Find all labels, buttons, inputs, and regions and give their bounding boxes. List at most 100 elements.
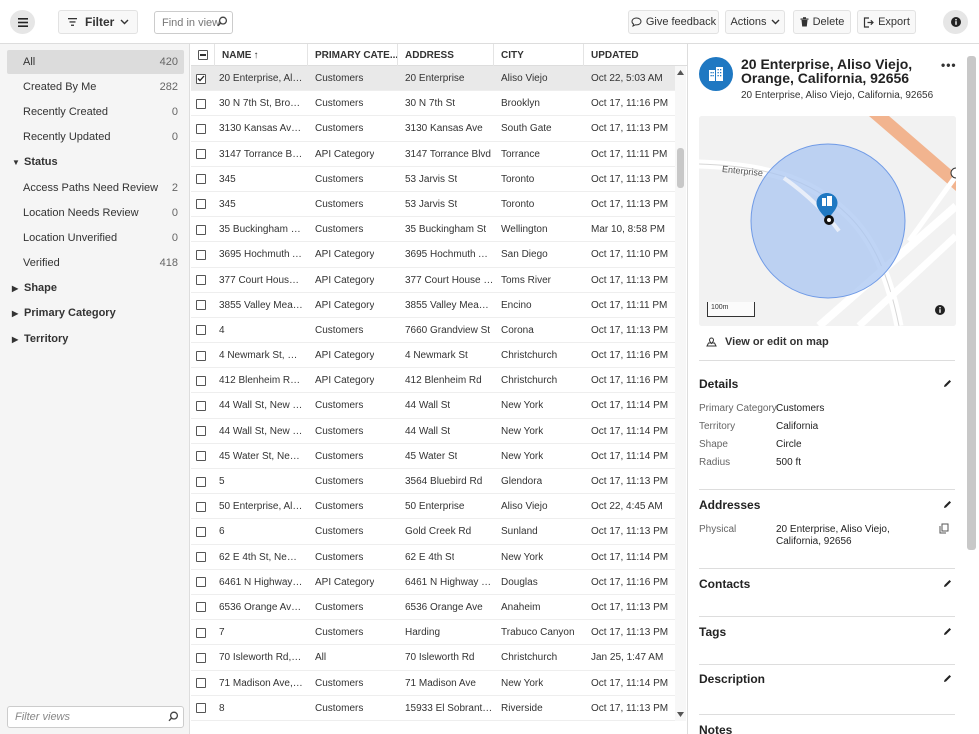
column-name[interactable]: NAME ↑ <box>215 44 308 66</box>
row-checkbox[interactable] <box>196 400 206 411</box>
pencil-icon[interactable] <box>943 579 952 588</box>
pencil-icon[interactable] <box>943 674 952 683</box>
row-checkbox[interactable] <box>196 149 206 160</box>
table-row[interactable]: 4 Newmark St, Bis... API Category 4 Newmar… <box>191 343 675 369</box>
table-row[interactable]: 6 Customers Gold Creek Rd Sunland Oct 17, 11… <box>191 519 675 545</box>
table-row[interactable]: 412 Blenheim Rd, ... API Category 412 Blen… <box>191 368 675 394</box>
menu-button[interactable] <box>10 10 35 34</box>
row-checkbox[interactable] <box>196 703 206 714</box>
table-row[interactable]: 7 Customers Harding Trabuco Canyon Oct 17, 1… <box>191 620 675 646</box>
export-button[interactable]: Export <box>857 10 916 34</box>
cell-city: New York <box>501 419 584 444</box>
row-checkbox[interactable] <box>196 476 206 487</box>
table-row[interactable]: 35 Buckingham St,... Customers 35 Buckingh… <box>191 217 675 243</box>
search-icon[interactable] <box>217 16 228 27</box>
table-row[interactable]: 50 Enterprise, Alis... Customers 50 Enterp… <box>191 494 675 520</box>
scroll-up-icon[interactable] <box>677 70 684 75</box>
row-checkbox[interactable] <box>196 350 206 361</box>
location-map[interactable]: Enterprise 100m <box>699 116 956 326</box>
row-checkbox[interactable] <box>196 451 206 462</box>
row-checkbox[interactable] <box>196 652 206 663</box>
row-checkbox[interactable] <box>196 300 206 311</box>
table-row[interactable]: 71 Madison Ave, N... Customers 71 Madison … <box>191 671 675 696</box>
cell-primary-category-text: API Category <box>315 375 375 387</box>
view-created-by-me[interactable]: Created By Me 282 <box>7 75 184 99</box>
actions-button[interactable]: Actions <box>725 10 785 34</box>
pencil-icon[interactable] <box>943 379 952 388</box>
scroll-down-icon[interactable] <box>677 712 684 717</box>
row-checkbox[interactable] <box>196 526 206 537</box>
cell-city-text: New York <box>501 677 544 689</box>
table-row[interactable]: 377 Court House L... API Category 377 Cour… <box>191 268 675 293</box>
row-checkbox[interactable] <box>196 678 206 688</box>
group-territory[interactable]: ▶ Territory <box>12 329 68 349</box>
table-row[interactable]: 3855 Valley Meado... API Category 3855 Val… <box>191 293 675 318</box>
give-feedback-button[interactable]: Give feedback <box>628 10 719 34</box>
row-checkbox[interactable] <box>196 577 206 588</box>
column-updated[interactable]: UPDATED <box>584 44 687 66</box>
row-checkbox[interactable] <box>196 602 206 613</box>
row-checkbox[interactable] <box>196 552 206 563</box>
table-row[interactable]: 3695 Hochmuth Av... API Category 3695 Hoch… <box>191 242 675 268</box>
table-row[interactable]: 70 Isleworth Rd, Bi... All 70 Isleworth Rd… <box>191 645 675 671</box>
row-checkbox[interactable] <box>196 174 206 185</box>
table-row[interactable]: 30 N 7th St, Brookl... Customers 30 N 7th … <box>191 91 675 117</box>
table-row[interactable]: 8 Customers 15933 El Sobrante Rd Riverside O… <box>191 696 675 721</box>
group-status[interactable]: ▼ Status <box>12 152 58 172</box>
view-access-paths-need-review[interactable]: Access Paths Need Review 2 <box>7 176 184 200</box>
table-row[interactable]: 3147 Torrance Blvd... API Category 3147 To… <box>191 142 675 167</box>
table-row[interactable]: 345 Customers 53 Jarvis St Toronto Oct 17, 1… <box>191 167 675 192</box>
pencil-icon[interactable] <box>943 500 952 509</box>
table-row[interactable]: 5 Customers 3564 Bluebird Rd Glendora Oct 17… <box>191 469 675 495</box>
table-row[interactable]: 6461 N Highway 1... API Category 6461 N Hi… <box>191 570 675 595</box>
table-row[interactable]: 6536 Orange Ave, ... Customers 6536 Orange… <box>191 595 675 621</box>
row-checkbox[interactable] <box>196 73 206 84</box>
detail-scroll-thumb[interactable] <box>967 56 976 550</box>
group-primary-category[interactable]: ▶ Primary Category <box>12 303 116 323</box>
more-options-icon[interactable]: ••• <box>941 58 957 72</box>
view-recently-updated[interactable]: Recently Updated 0 <box>7 125 184 149</box>
filter-button[interactable]: Filter <box>58 10 138 34</box>
row-checkbox[interactable] <box>196 325 206 336</box>
row-checkbox[interactable] <box>196 199 206 210</box>
info-button[interactable] <box>943 10 968 34</box>
table-row[interactable]: 345 Customers 53 Jarvis St Toronto Oct 17, 1… <box>191 192 675 218</box>
column-address[interactable]: ADDRESS <box>398 44 494 66</box>
group-shape[interactable]: ▶ Shape <box>12 278 57 298</box>
table-row[interactable]: 44 Wall St, New Yo... Customers 44 Wall St… <box>191 419 675 444</box>
row-checkbox[interactable] <box>196 224 206 235</box>
table-row[interactable]: 45 Water St, New Y... Customers 45 Water S… <box>191 444 675 469</box>
column-city[interactable]: CITY <box>494 44 584 66</box>
row-checkbox[interactable] <box>196 275 206 285</box>
table-row[interactable]: 44 Wall St, New Yo... Customers 44 Wall St… <box>191 393 675 419</box>
table-row[interactable]: 20 Enterprise, Alis... Customers 20 Enterp… <box>191 66 675 92</box>
filter-views-input[interactable] <box>7 706 184 728</box>
column-primary-category[interactable]: PRIMARY CATE... <box>308 44 398 66</box>
row-checkbox[interactable] <box>196 98 206 109</box>
table-body: 20 Enterprise, Alis... Customers 20 Enterp… <box>191 66 675 721</box>
row-checkbox[interactable] <box>196 501 206 512</box>
table-row[interactable]: 4 Customers 7660 Grandview St Corona Oct 17,… <box>191 318 675 344</box>
view-all[interactable]: All 420 <box>7 50 184 74</box>
view-location-unverified[interactable]: Location Unverified 0 <box>7 226 184 250</box>
table-scroll-thumb[interactable] <box>677 148 684 188</box>
view-location-needs-review[interactable]: Location Needs Review 0 <box>7 201 184 225</box>
cell-address: 44 Wall St <box>405 419 494 444</box>
delete-button[interactable]: Delete <box>793 10 851 34</box>
row-checkbox[interactable] <box>196 426 206 437</box>
table-row[interactable]: 3130 Kansas Ave, ... Customers 3130 Kansas… <box>191 116 675 142</box>
select-all-checkbox[interactable] <box>197 50 208 60</box>
table-row[interactable]: 62 E 4th St, New Y... Customers 62 E 4th S… <box>191 545 675 570</box>
search-icon[interactable] <box>168 711 179 722</box>
view-verified[interactable]: Verified 418 <box>7 251 184 275</box>
info-icon[interactable] <box>935 305 945 315</box>
row-checkbox[interactable] <box>196 249 206 260</box>
row-checkbox[interactable] <box>196 627 206 638</box>
row-checkbox[interactable] <box>196 123 206 134</box>
copy-icon[interactable] <box>939 523 949 534</box>
view-recently-created[interactable]: Recently Created 0 <box>7 100 184 124</box>
row-checkbox[interactable] <box>196 375 206 386</box>
view-edit-map-link[interactable]: View or edit on map <box>706 336 829 348</box>
map-pin-icon[interactable] <box>815 192 839 226</box>
pencil-icon[interactable] <box>943 627 952 636</box>
